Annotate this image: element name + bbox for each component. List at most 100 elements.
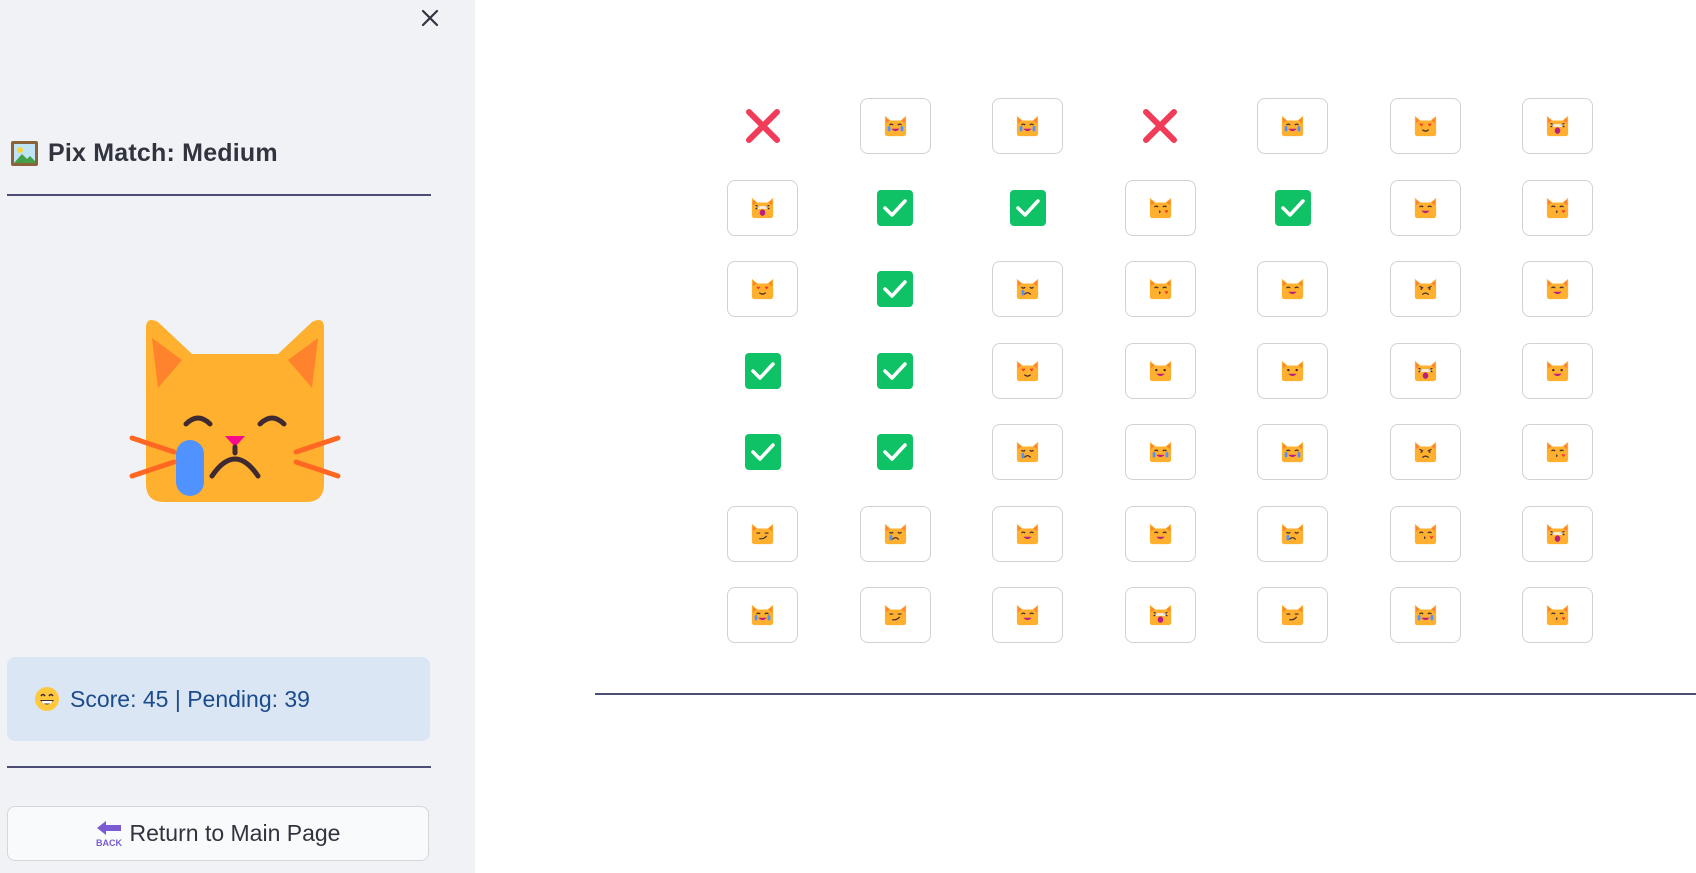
- emoji-tile-button[interactable]: [859, 587, 931, 643]
- check-icon: [1274, 189, 1311, 226]
- emoji-tile-button[interactable]: [727, 587, 798, 643]
- sidebar: Pix Match: Medium Score: 45 | Pending: 3…: [0, 0, 475, 873]
- cross-icon: [1143, 109, 1177, 143]
- matched-cell: [727, 343, 798, 399]
- cat-kissing-icon: [1546, 441, 1569, 463]
- emoji-tile-button[interactable]: [1257, 424, 1328, 480]
- emoji-tile-button[interactable]: [1257, 261, 1328, 317]
- cat-kissing-icon: [1546, 197, 1569, 218]
- cat-grin-icon: [1281, 360, 1304, 381]
- grinning-face-icon: [35, 687, 59, 711]
- score-status-box: Score: 45 | Pending: 39: [7, 657, 430, 741]
- cat-smirk-icon: [1281, 604, 1304, 626]
- cat-joy-icon: [1016, 115, 1039, 137]
- emoji-tile-button[interactable]: [1389, 342, 1461, 399]
- cat-smile-icon: [1546, 278, 1569, 300]
- cat-joy-icon: [1281, 115, 1304, 137]
- cat-pouting-icon: [1414, 278, 1436, 300]
- emoji-tile-button[interactable]: [1124, 587, 1196, 643]
- emoji-tile-button[interactable]: [727, 261, 798, 317]
- close-icon[interactable]: [420, 8, 440, 28]
- emoji-tile-button[interactable]: [1124, 505, 1196, 562]
- emoji-tile-button[interactable]: [727, 179, 798, 236]
- cat-joy-icon: [751, 604, 774, 626]
- emoji-tile-button[interactable]: [727, 505, 798, 562]
- divider: [7, 194, 431, 196]
- emoji-tile-button[interactable]: [1257, 342, 1328, 399]
- return-to-main-page-button[interactable]: BACK Return to Main Page: [7, 806, 429, 861]
- cat-crying-icon: [884, 523, 906, 544]
- emoji-tile-button[interactable]: [1522, 342, 1593, 399]
- cat-smile-icon: [1281, 278, 1304, 300]
- emoji-tile-button[interactable]: [1522, 98, 1593, 154]
- cat-smirk-icon: [884, 604, 906, 626]
- check-icon: [744, 352, 781, 389]
- emoji-tile-button[interactable]: [992, 98, 1063, 154]
- wrong-cell: [727, 98, 798, 154]
- emoji-tile-button[interactable]: [859, 505, 931, 562]
- cat-smile-icon: [1016, 604, 1039, 626]
- close-sidebar-button[interactable]: [416, 4, 444, 32]
- check-icon: [877, 189, 913, 226]
- cat-weary-icon: [1149, 604, 1171, 626]
- emoji-tile-button[interactable]: [1257, 505, 1328, 562]
- emoji-tile-button[interactable]: [992, 587, 1063, 643]
- cat-heart-eyes-icon: [1016, 360, 1039, 381]
- cat-kissing-icon: [1546, 604, 1569, 626]
- cat-weary-icon: [751, 197, 774, 218]
- check-icon: [877, 434, 913, 470]
- emoji-tile-button[interactable]: [1522, 179, 1593, 236]
- matched-cell: [860, 424, 931, 480]
- emoji-tile-button[interactable]: [1389, 261, 1461, 317]
- matched-cell: [860, 180, 931, 236]
- cross-icon: [745, 109, 780, 143]
- emoji-tile-button[interactable]: [1522, 261, 1593, 317]
- cat-kissing-icon: [1149, 197, 1171, 218]
- cat-pouting-icon: [1414, 441, 1436, 463]
- svg-text:BACK: BACK: [96, 838, 122, 848]
- emoji-tile-button[interactable]: [992, 342, 1063, 399]
- cat-weary-icon: [1546, 523, 1569, 544]
- cat-grin-icon: [1149, 360, 1171, 381]
- matched-cell: [1257, 180, 1328, 236]
- cat-joy-icon: [1414, 604, 1436, 626]
- back-button-label: Return to Main Page: [129, 820, 341, 846]
- emoji-tile-button[interactable]: [1389, 179, 1461, 236]
- main-divider: [595, 693, 1696, 695]
- check-icon: [744, 434, 781, 470]
- cat-joy-icon: [1281, 441, 1304, 463]
- cat-joy-icon: [1149, 441, 1171, 463]
- emoji-tile-button[interactable]: [1257, 587, 1328, 643]
- divider: [7, 766, 431, 768]
- cat-crying-icon: [1016, 278, 1039, 300]
- matched-cell: [727, 424, 798, 480]
- back-arrow-icon: BACK: [96, 820, 122, 848]
- emoji-tile-button[interactable]: [1522, 505, 1593, 562]
- cat-crying-icon: [1016, 441, 1039, 463]
- emoji-tile-button[interactable]: [1124, 179, 1196, 236]
- cat-kissing-icon: [1414, 523, 1436, 544]
- check-icon: [1009, 189, 1046, 226]
- emoji-tile-button[interactable]: [1389, 98, 1461, 154]
- check-icon: [877, 271, 913, 307]
- emoji-tile-button[interactable]: [1389, 587, 1461, 643]
- emoji-tile-button[interactable]: [1389, 505, 1461, 562]
- cat-grin-icon: [1546, 360, 1569, 381]
- emoji-tile-button[interactable]: [1257, 98, 1328, 154]
- cat-smile-icon: [1149, 523, 1171, 544]
- emoji-tile-button[interactable]: [1522, 587, 1593, 643]
- matched-cell: [992, 180, 1063, 236]
- emoji-tile-button[interactable]: [1522, 424, 1593, 480]
- emoji-tile-button[interactable]: [1389, 424, 1461, 480]
- emoji-tile-button[interactable]: [1124, 424, 1196, 480]
- emoji-tile-button[interactable]: [992, 261, 1063, 317]
- cat-crying-icon: [1281, 523, 1304, 544]
- emoji-tile-button[interactable]: [992, 424, 1063, 480]
- wrong-cell: [1125, 98, 1196, 154]
- emoji-tile-button[interactable]: [1124, 342, 1196, 399]
- emoji-tile-button[interactable]: [1124, 261, 1196, 317]
- matched-cell: [860, 343, 931, 399]
- emoji-tile-button[interactable]: [859, 98, 931, 154]
- framed-picture-icon: [11, 141, 38, 166]
- emoji-tile-button[interactable]: [992, 505, 1063, 562]
